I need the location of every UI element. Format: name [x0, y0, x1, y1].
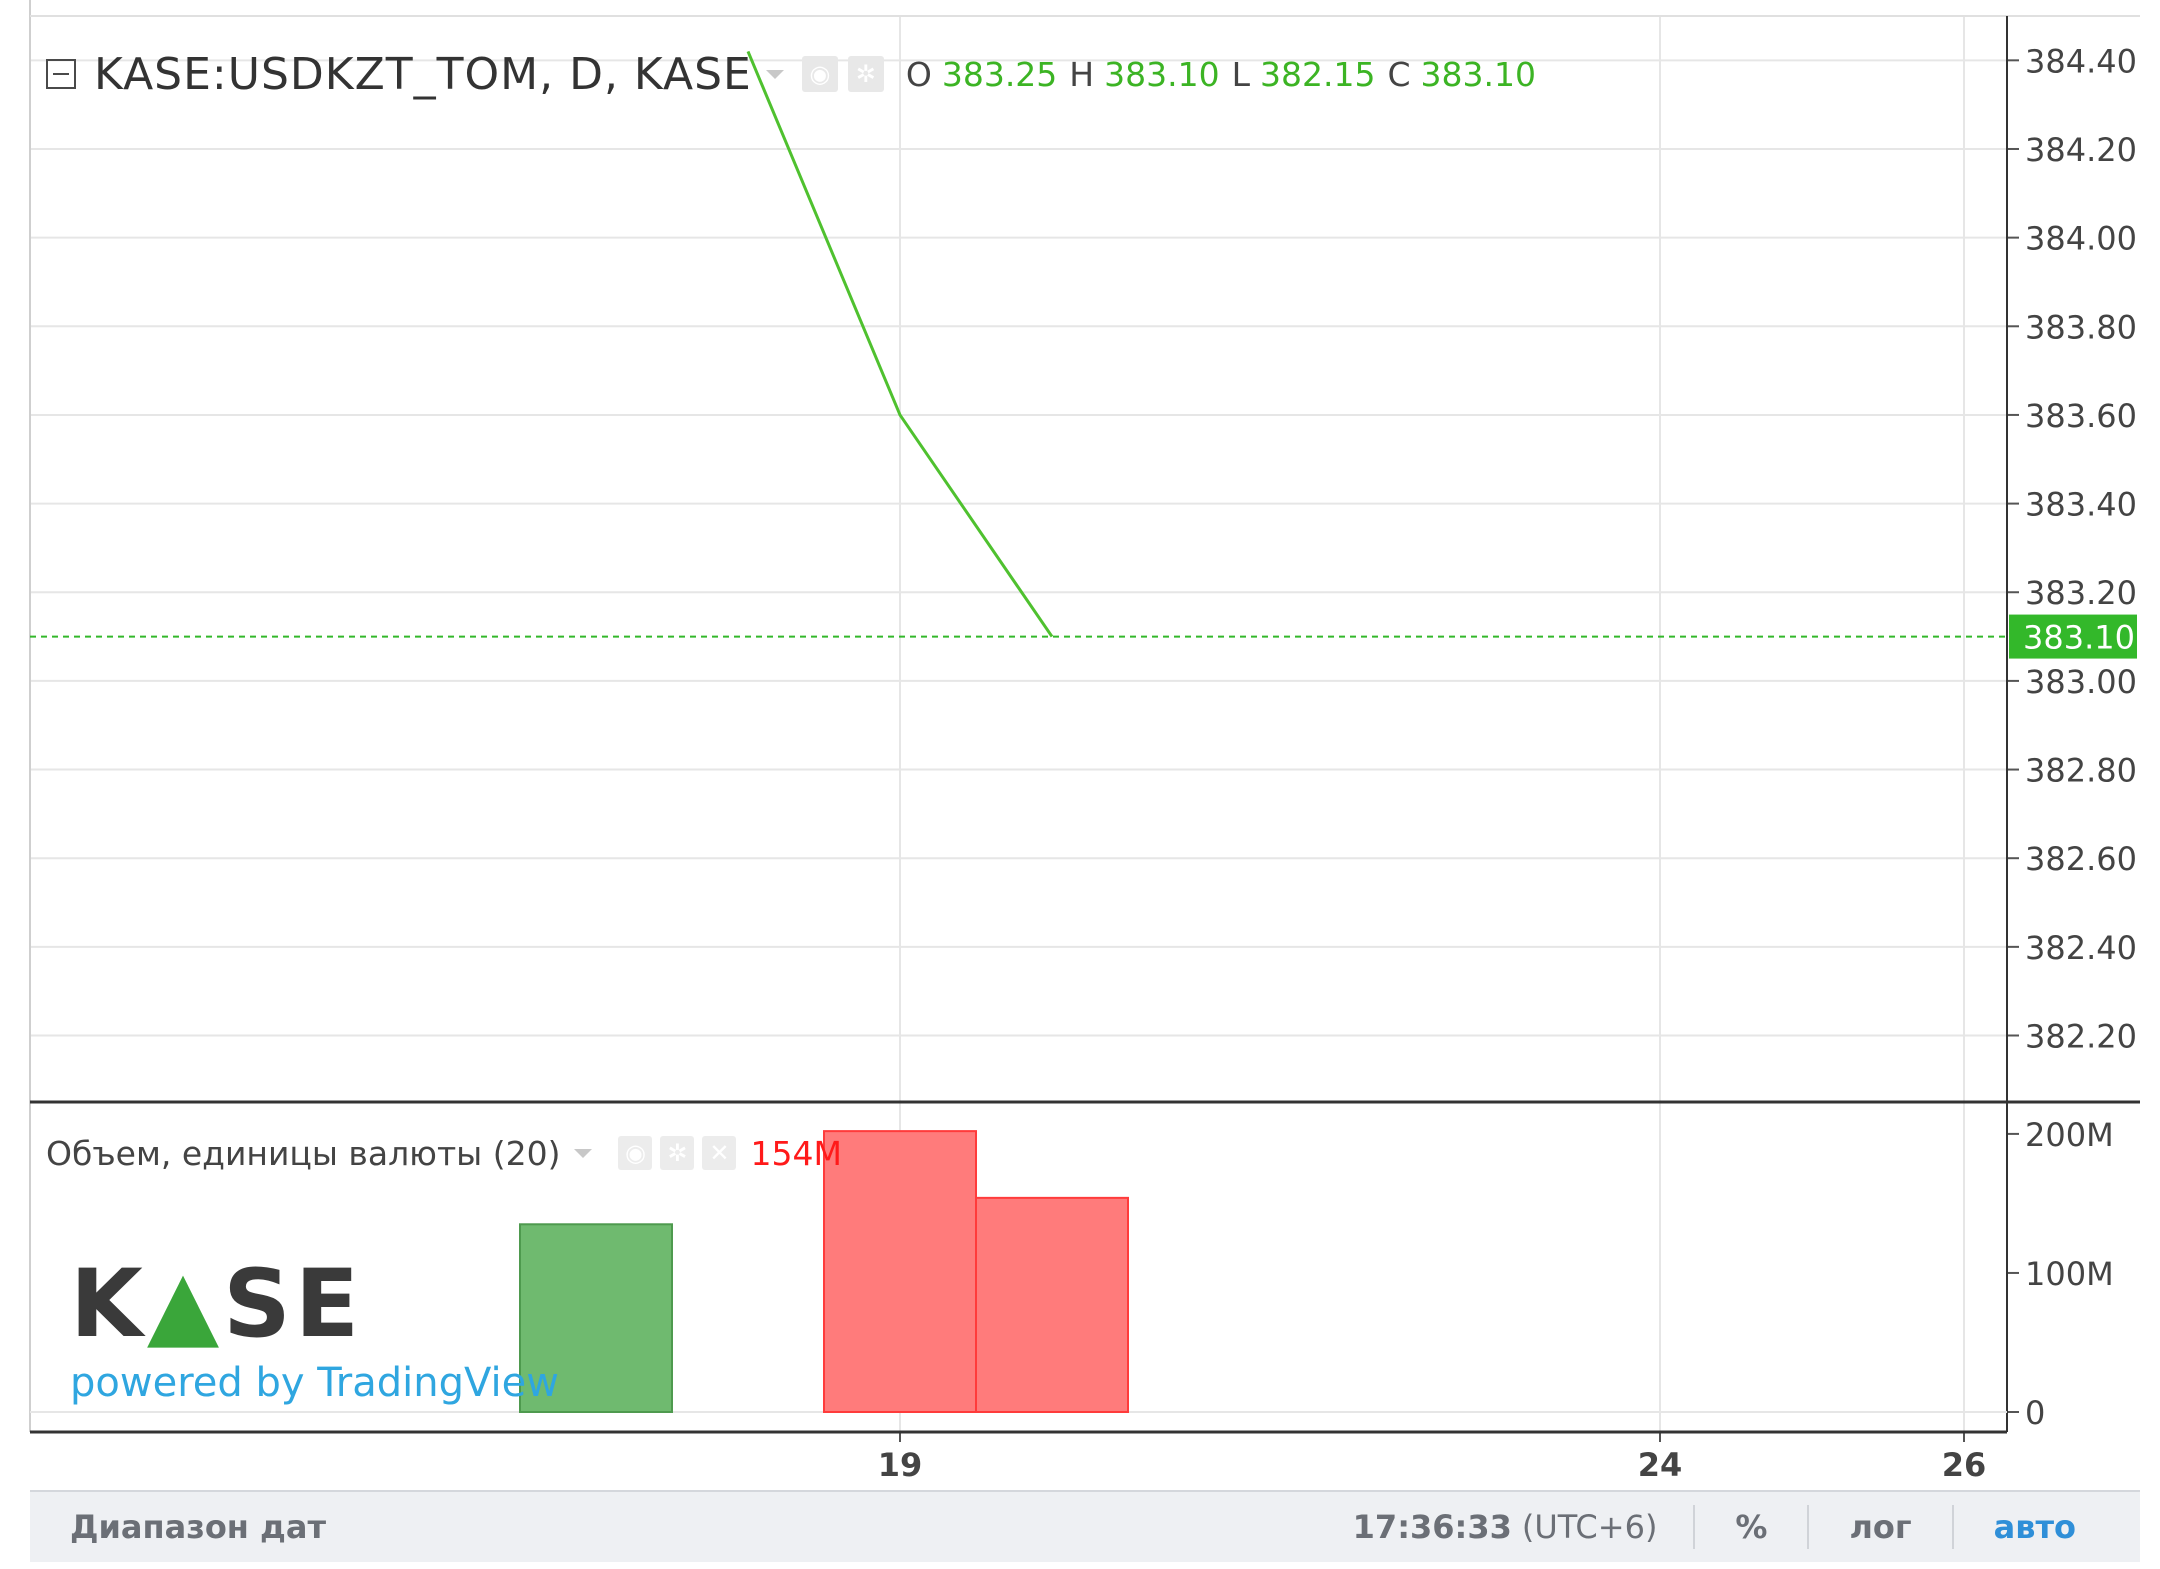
price-tick-label: 384.20	[2025, 131, 2137, 169]
percent-scale-button[interactable]: %	[1695, 1508, 1807, 1546]
price-tick-label: 383.20	[2025, 574, 2137, 612]
volume-bar	[975, 1196, 1129, 1414]
watermark[interactable]: K▲SE powered by TradingView	[70, 1258, 559, 1407]
logo-letters: SE	[223, 1250, 364, 1359]
volume-tick-label: 0	[2025, 1394, 2045, 1432]
ohlc-open-key: O	[905, 54, 932, 94]
logo-letter: K	[70, 1250, 147, 1359]
clock: 17:36:33	[1352, 1508, 1512, 1546]
powered-by-link[interactable]: powered by TradingView	[70, 1360, 559, 1406]
ohlc-low-key: L	[1231, 54, 1250, 94]
price-tick-label: 382.60	[2025, 840, 2137, 878]
volume-value: 154M	[750, 1133, 842, 1173]
kase-logo: K▲SE	[70, 1258, 559, 1352]
volume-tick-label: 100M	[2025, 1255, 2114, 1293]
symbol-title[interactable]: KASE:USDKZT_TOM, D, KASE	[94, 49, 752, 100]
volume-legend: Объем, единицы валюты (20) ◉ ✲ ✕ 154M	[46, 1130, 842, 1176]
chevron-down-icon[interactable]	[765, 69, 784, 79]
price-tick-label: 382.20	[2025, 1018, 2137, 1056]
main-legend: KASE:USDKZT_TOM, D, KASE ◉ ✲ O 383.25 H …	[46, 46, 1536, 102]
chevron-down-icon[interactable]	[574, 1148, 593, 1158]
price-tick-label: 383.00	[2025, 663, 2137, 701]
price-tick-label: 383.80	[2025, 308, 2137, 346]
ohlc-close-value: 383.10	[1420, 54, 1536, 94]
time-tick-label: 19	[878, 1446, 923, 1484]
volume-bar	[823, 1130, 977, 1413]
logo-triangle-icon: ▲	[146, 1250, 224, 1359]
eye-icon[interactable]: ◉	[618, 1136, 653, 1170]
price-tick-label: 382.40	[2025, 929, 2137, 967]
time-tick-label: 26	[1942, 1446, 1987, 1484]
price-tick-label: 382.80	[2025, 752, 2137, 790]
last-price-label: 383.10	[2023, 619, 2135, 657]
close-icon[interactable]: ✕	[702, 1136, 737, 1170]
auto-scale-button[interactable]: авто	[1954, 1508, 2116, 1546]
time-tick-label: 24	[1638, 1446, 1683, 1484]
ohlc-low-value: 382.15	[1259, 54, 1376, 94]
price-tick-label: 383.60	[2025, 397, 2137, 435]
eye-icon[interactable]: ◉	[801, 56, 838, 92]
status-bar: Диапазон дат 17:36:33 (UTC+6) % лог авто	[30, 1490, 2140, 1562]
price-tick-label: 384.00	[2025, 220, 2137, 258]
ohlc-high-key: H	[1069, 54, 1095, 94]
volume-tick-label: 200M	[2025, 1116, 2114, 1154]
ohlc-open-value: 383.25	[941, 54, 1058, 94]
log-scale-button[interactable]: лог	[1809, 1508, 1951, 1546]
gear-icon[interactable]: ✲	[847, 56, 884, 92]
ohlc-close-key: C	[1387, 54, 1411, 94]
ohlc-high-value: 383.10	[1104, 54, 1220, 94]
date-range-button[interactable]: Диапазон дат	[70, 1508, 326, 1546]
price-tick-label: 383.40	[2025, 486, 2137, 524]
price-tick-label: 384.40	[2025, 42, 2137, 80]
timezone-button[interactable]: (UTC+6)	[1522, 1508, 1658, 1546]
collapse-icon[interactable]	[46, 59, 76, 89]
gear-icon[interactable]: ✲	[660, 1136, 695, 1170]
volume-title[interactable]: Объем, единицы валюты (20)	[46, 1134, 560, 1173]
